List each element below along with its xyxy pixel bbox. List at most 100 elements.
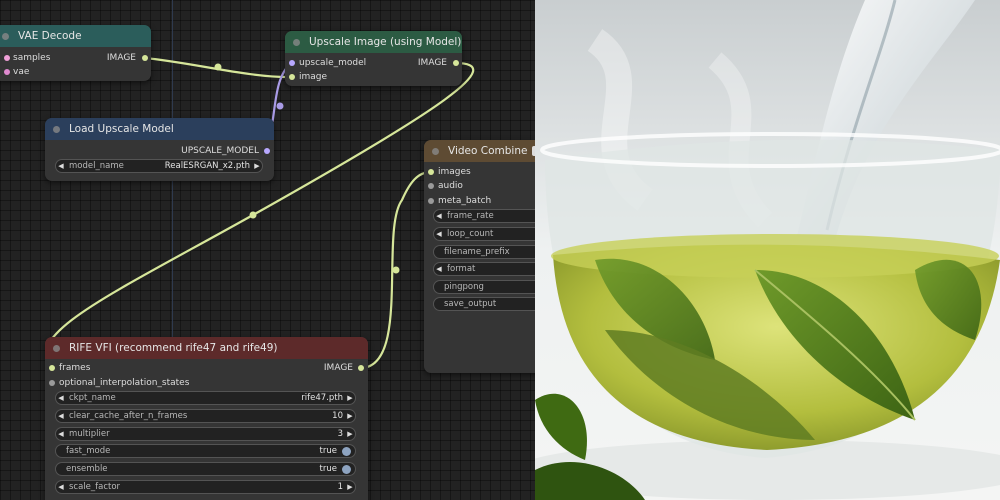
input-label-frames: frames [59, 363, 91, 373]
widget-value: RealESRGAN_x2.pth [164, 161, 250, 171]
input-label-image: image [299, 72, 328, 82]
widget-label: model_name [69, 161, 124, 171]
arrow-left-icon[interactable]: ◀ [434, 212, 444, 220]
node-title: Video Combine [448, 145, 528, 157]
widget-label: frame_rate [447, 211, 494, 221]
wire-reroute-dot[interactable] [276, 102, 284, 110]
arrow-right-icon[interactable]: ▶ [345, 394, 355, 402]
node-graph-canvas[interactable]: VAE Decode samples vae IMAGE Upscale Ima… [0, 0, 535, 500]
output-label-image: IMAGE [323, 363, 353, 373]
output-slot-upscale-model[interactable] [264, 148, 270, 154]
ckpt-name-combo[interactable]: ◀ ckpt_name rife47.pth ▶ [55, 391, 356, 405]
arrow-left-icon[interactable]: ◀ [434, 230, 444, 238]
model-name-combo[interactable]: ◀ model_name RealESRGAN_x2.pth ▶ [55, 159, 263, 173]
save-output-widget[interactable]: save_output [433, 297, 535, 311]
input-slot-frames[interactable] [49, 365, 55, 371]
collapse-dot-icon[interactable] [53, 344, 60, 352]
widget-value: true [319, 464, 337, 474]
wire-reroute-dot[interactable] [249, 211, 257, 219]
input-label-images: images [438, 167, 471, 177]
output-slot-image[interactable] [142, 55, 148, 61]
collapse-dot-icon[interactable] [53, 125, 60, 133]
widget-label: clear_cache_after_n_frames [69, 411, 188, 421]
toggle-knob-icon[interactable] [342, 446, 351, 456]
toggle-knob-icon[interactable] [342, 464, 351, 474]
frame-rate-widget[interactable]: ◀ frame_rate [433, 209, 535, 223]
widget-label: scale_factor [69, 482, 121, 492]
tea-illustration [535, 0, 1000, 500]
vae-decode-header[interactable]: VAE Decode [0, 25, 151, 47]
arrow-right-icon[interactable]: ▶ [252, 162, 262, 170]
arrow-left-icon[interactable]: ◀ [56, 483, 66, 491]
ensemble-toggle[interactable]: ensemble true [55, 462, 356, 476]
arrow-left-icon[interactable]: ◀ [56, 394, 66, 402]
output-slot-image[interactable] [358, 365, 364, 371]
widget-value: rife47.pth [301, 393, 343, 403]
collapse-dot-icon[interactable] [432, 147, 439, 155]
format-widget[interactable]: ◀ format [433, 262, 535, 276]
load-upscale-model-header[interactable]: Load Upscale Model [45, 118, 274, 140]
input-label-meta-batch: meta_batch [438, 196, 492, 206]
widget-value: 1 [337, 482, 343, 492]
input-slot-upscale-model[interactable] [289, 60, 295, 66]
rife-vfi-node[interactable]: RIFE VFI (recommend rife47 and rife49) f… [45, 337, 368, 500]
video-combine-header[interactable]: Video Combine [424, 140, 535, 162]
green-tea-photo [535, 0, 1000, 500]
upscale-image-header[interactable]: Upscale Image (using Model) [285, 31, 462, 53]
wire-reroute-dot[interactable] [392, 266, 400, 274]
output-slot-image[interactable] [453, 60, 459, 66]
video-combine-node[interactable]: Video Combine images audio meta_batch ◀ … [424, 140, 535, 373]
output-label-image: IMAGE [417, 58, 447, 68]
widget-label: multiplier [69, 429, 110, 439]
input-slot-interpolation-states[interactable] [49, 380, 55, 386]
wire-reroute-dot[interactable] [214, 63, 222, 71]
input-slot-audio[interactable] [428, 183, 434, 189]
collapse-dot-icon[interactable] [2, 32, 9, 40]
arrow-left-icon[interactable]: ◀ [56, 412, 66, 420]
input-slot-images[interactable] [428, 169, 434, 175]
widget-value: 3 [337, 429, 343, 439]
arrow-right-icon[interactable]: ▶ [345, 430, 355, 438]
input-label-audio: audio [438, 181, 463, 191]
input-slot-image[interactable] [289, 74, 295, 80]
widget-label: filename_prefix [444, 247, 510, 257]
widget-value: 10 [332, 411, 343, 421]
widget-label: save_output [444, 299, 497, 309]
widget-label: fast_mode [66, 446, 111, 456]
load-upscale-model-node[interactable]: Load Upscale Model UPSCALE_MODEL ◀ model… [45, 118, 274, 181]
input-slot-vae[interactable] [4, 69, 10, 75]
vae-decode-node[interactable]: VAE Decode samples vae IMAGE [0, 25, 151, 81]
pingpong-widget[interactable]: pingpong [433, 280, 535, 294]
loop-count-widget[interactable]: ◀ loop_count [433, 227, 535, 241]
output-label-upscale-model: UPSCALE_MODEL [181, 146, 259, 156]
node-title: Load Upscale Model [69, 123, 174, 135]
filename-prefix-widget[interactable]: filename_prefix [433, 245, 535, 259]
input-label-interpolation-states: optional_interpolation_states [59, 378, 190, 388]
widget-label: ensemble [66, 464, 108, 474]
widget-value: true [319, 446, 337, 456]
wire-upscale-to-rife[interactable] [45, 61, 475, 369]
upscale-image-node[interactable]: Upscale Image (using Model) upscale_mode… [285, 31, 462, 86]
input-label-samples: samples [13, 53, 51, 63]
scale-factor-number[interactable]: ◀ scale_factor 1 ▶ [55, 480, 356, 494]
output-label-image: IMAGE [106, 53, 136, 63]
widget-label: format [447, 264, 476, 274]
collapse-dot-icon[interactable] [293, 38, 300, 46]
rife-vfi-header[interactable]: RIFE VFI (recommend rife47 and rife49) [45, 337, 368, 359]
clear-cache-number[interactable]: ◀ clear_cache_after_n_frames 10 ▶ [55, 409, 356, 423]
arrow-left-icon[interactable]: ◀ [56, 162, 66, 170]
arrow-left-icon[interactable]: ◀ [434, 265, 444, 273]
node-title: RIFE VFI (recommend rife47 and rife49) [69, 342, 278, 354]
arrow-left-icon[interactable]: ◀ [56, 430, 66, 438]
widget-label: pingpong [444, 282, 484, 292]
input-slot-meta-batch[interactable] [428, 198, 434, 204]
widget-label: loop_count [447, 229, 494, 239]
node-title: Upscale Image (using Model) [309, 36, 462, 48]
input-slot-samples[interactable] [4, 55, 10, 61]
fast-mode-toggle[interactable]: fast_mode true [55, 444, 356, 458]
widget-label: ckpt_name [69, 393, 116, 403]
multiplier-number[interactable]: ◀ multiplier 3 ▶ [55, 427, 356, 441]
input-label-upscale-model: upscale_model [299, 58, 367, 68]
arrow-right-icon[interactable]: ▶ [345, 412, 355, 420]
arrow-right-icon[interactable]: ▶ [345, 483, 355, 491]
